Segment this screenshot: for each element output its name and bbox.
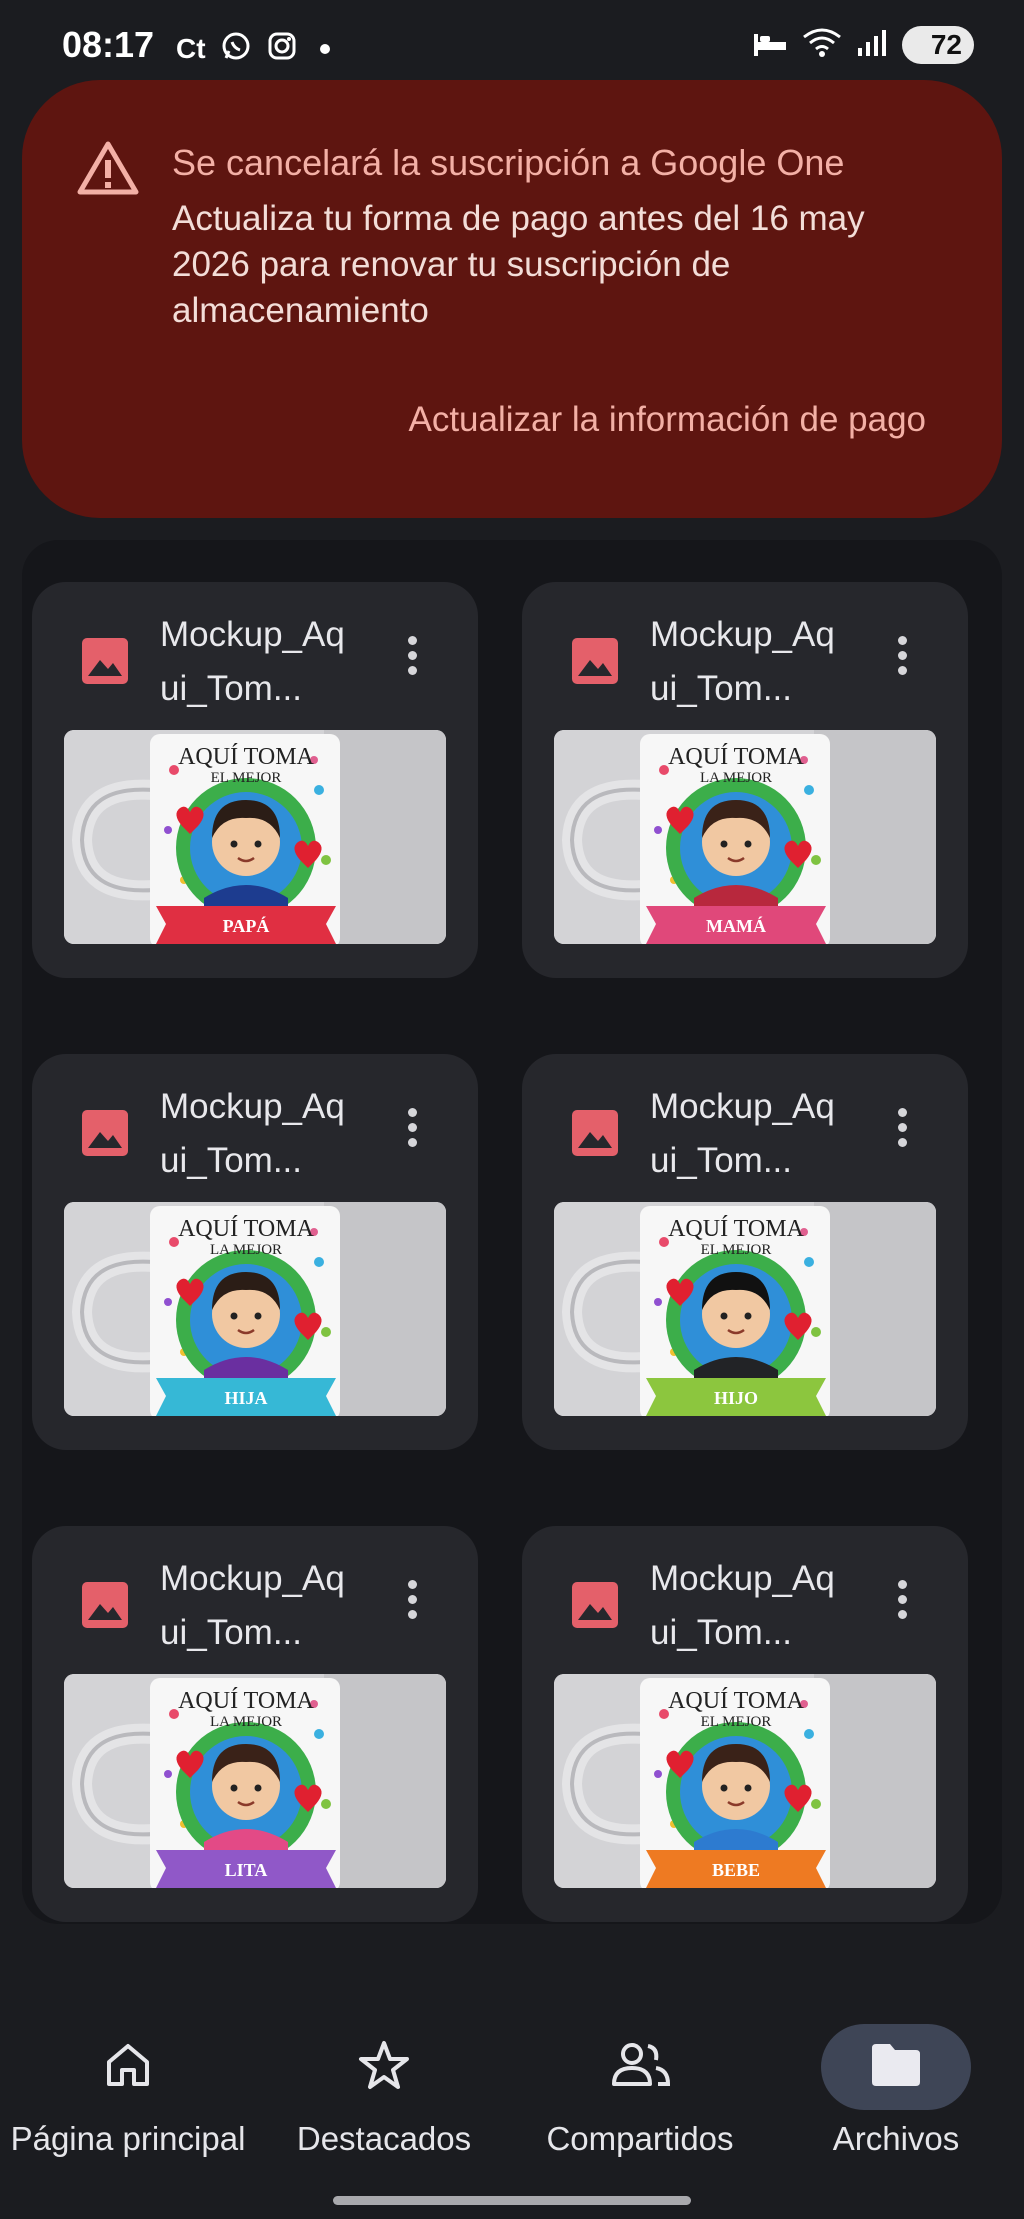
more-options-icon[interactable] [882,630,922,690]
wifi-icon [802,27,842,64]
image-file-icon [570,1580,620,1635]
file-thumbnail[interactable]: HIJA AQUÍ TOMA LA MEJOR [64,1202,446,1416]
signal-icon [856,28,888,63]
banner-body: Actualiza tu forma de pago antes del 16 … [172,199,865,330]
image-file-icon [570,636,620,691]
image-file-icon [80,1108,130,1163]
nav-item-shared[interactable]: Compartidos [512,2024,768,2158]
file-card[interactable]: Mockup_Aqui_Tom... [32,1526,478,1922]
more-options-icon[interactable] [392,1574,432,1634]
file-card[interactable]: Mockup_Aqui_Tom... [522,582,968,978]
more-options-icon[interactable] [392,630,432,690]
whatsapp-icon [220,30,252,67]
file-card[interactable]: Mockup_Aqui_Tom... [32,582,478,978]
mug-label: LITA [225,1860,268,1880]
image-file-icon [570,1108,620,1163]
nav-label: Archivos [832,2120,960,2157]
active-pill [821,2024,971,2110]
mug-text-line1: AQUÍ TOMA [668,1216,804,1242]
file-name: Mockup_Aqui_Tom... [650,1087,835,1180]
file-name: Mockup_Aqui_Tom... [650,615,835,708]
mug-text-line1: AQUÍ TOMA [668,744,804,770]
mug-text-line2: LA MEJOR [210,1714,282,1730]
mug-label: BEBE [712,1860,760,1880]
banner-title: Se cancelará la suscripción a Google One [172,142,845,183]
file-thumbnail[interactable]: LITA AQUÍ TOMA LA MEJOR [64,1674,446,1888]
update-payment-link[interactable]: Actualizar la información de pago [408,400,926,440]
nav-label: Página principal [10,2120,246,2157]
mug-text-line1: AQUÍ TOMA [178,1688,314,1714]
file-thumbnail[interactable]: BEBE AQUÍ TOMA EL MEJOR [554,1674,936,1888]
more-options-icon[interactable] [882,1574,922,1634]
bed-icon [752,28,788,63]
system-icons: 72 [752,26,974,64]
bottom-navigation: Página principal Destacados Compartidos … [0,2010,1024,2219]
file-card[interactable]: Mockup_Aqui_Tom... [522,1054,968,1450]
carrier-badge: Ct [176,32,206,64]
more-options-icon[interactable] [882,1102,922,1162]
warning-icon [76,140,140,201]
file-name: Mockup_Aqui_Tom... [160,1087,345,1180]
file-card[interactable]: Mockup_Aqui_Tom... [32,1054,478,1450]
file-name: Mockup_Aqui_Tom... [160,615,345,708]
file-name: Mockup_Aqui_Tom... [650,1559,835,1652]
mug-text-line2: EL MEJOR [701,1714,772,1730]
file-grid: Mockup_Aqui_Tom... PAPÁ AQUÍ TOMA EL MEJ… [22,540,1002,1924]
mug-text-line2: LA MEJOR [700,770,772,786]
mug-text-line2: EL MEJOR [701,1242,772,1258]
mug-text-line1: AQUÍ TOMA [668,1688,804,1714]
notification-icons: Ct [176,30,330,67]
star-icon [357,2039,411,2096]
file-card[interactable]: Mockup_Aqui_Tom... [522,1526,968,1922]
file-thumbnail[interactable]: MAMÁ AQUÍ TOMA LA MEJOR [554,730,936,944]
battery-indicator: 72 [902,26,974,64]
nav-item-starred[interactable]: Destacados [256,2024,512,2158]
folder-icon [868,2042,924,2093]
mug-label: HIJA [224,1388,267,1408]
mug-label: MAMÁ [706,915,766,936]
mug-text-line2: EL MEJOR [211,770,282,786]
people-icon [608,2040,672,2095]
subscription-warning-banner: Se cancelará la suscripción a Google One… [22,80,1002,518]
instagram-icon [266,30,298,67]
mug-label: HIJO [714,1388,758,1408]
more-options-icon[interactable] [392,1102,432,1162]
mug-label: PAPÁ [223,915,270,936]
file-thumbnail[interactable]: HIJO AQUÍ TOMA EL MEJOR [554,1202,936,1416]
file-name: Mockup_Aqui_Tom... [160,1559,345,1652]
nav-item-files[interactable]: Archivos [768,2024,1024,2158]
nav-item-home[interactable]: Página principal [0,2024,256,2158]
mug-text-line2: LA MEJOR [210,1242,282,1258]
nav-label: Destacados [296,2120,472,2157]
nav-label: Compartidos [546,2120,734,2157]
clock: 08:17 [62,24,155,65]
image-file-icon [80,636,130,691]
mug-text-line1: AQUÍ TOMA [178,1216,314,1242]
file-thumbnail[interactable]: PAPÁ AQUÍ TOMA EL MEJOR [64,730,446,944]
dot-icon [319,43,330,54]
image-file-icon [80,1580,130,1635]
gesture-handle [333,2196,691,2205]
mug-text-line1: AQUÍ TOMA [178,744,314,770]
home-icon [103,2040,153,2095]
